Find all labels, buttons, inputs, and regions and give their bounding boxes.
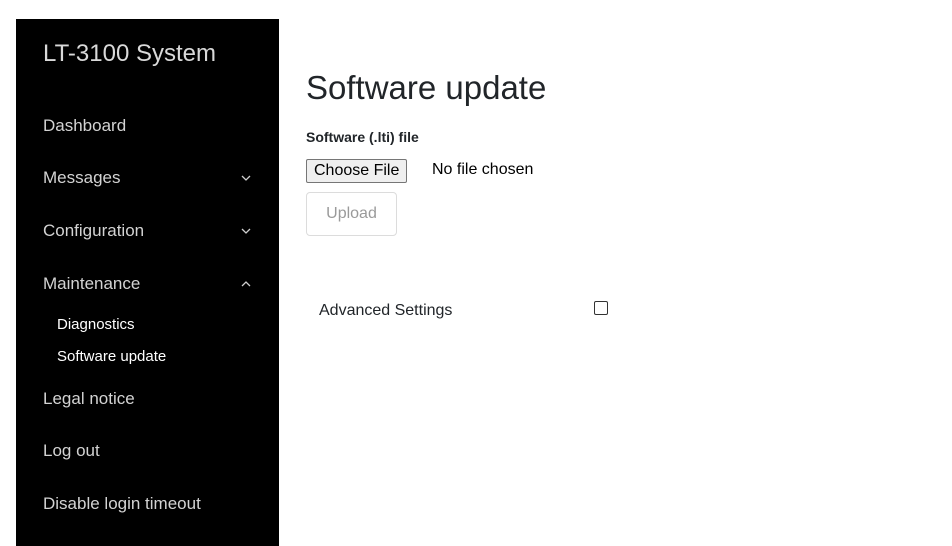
sidebar-item-log-out[interactable]: Log out xyxy=(43,438,253,464)
sidebar-item-label: Dashboard xyxy=(43,116,127,135)
upload-button[interactable]: Upload xyxy=(306,192,397,236)
main-content: Software update Software (.lti) file Cho… xyxy=(279,19,952,546)
sidebar-item-label: Log out xyxy=(43,441,100,460)
sidebar-item-label: Configuration xyxy=(43,221,145,240)
sidebar-item-label: Messages xyxy=(43,168,121,187)
chevron-down-icon xyxy=(239,218,253,244)
advanced-settings-label: Advanced Settings xyxy=(319,302,453,319)
sidebar-item-label: Legal notice xyxy=(43,389,135,408)
choose-file-button[interactable]: Choose File xyxy=(306,159,408,183)
sidebar-item-configuration[interactable]: Configuration xyxy=(43,218,253,244)
sidebar-subitem-diagnostics[interactable]: Diagnostics xyxy=(57,315,135,335)
advanced-settings-checkbox[interactable] xyxy=(594,301,608,315)
sidebar-item-label: Disable login timeout xyxy=(43,494,201,513)
sidebar: LT-3100 System Dashboard Messages Config… xyxy=(16,19,279,546)
sidebar-item-dashboard[interactable]: Dashboard xyxy=(43,113,253,139)
software-file-label: Software (.lti) file xyxy=(306,129,419,145)
chevron-up-icon xyxy=(239,271,253,297)
sidebar-item-label: Maintenance xyxy=(43,274,141,293)
sidebar-item-maintenance[interactable]: Maintenance xyxy=(43,271,253,297)
brand-title: LT-3100 System xyxy=(43,40,216,67)
app-frame: LT-3100 System Dashboard Messages Config… xyxy=(0,0,952,546)
sidebar-item-legal-notice[interactable]: Legal notice xyxy=(43,386,253,412)
page-title: Software update xyxy=(306,69,547,106)
sidebar-subitem-software-update[interactable]: Software update xyxy=(57,347,166,367)
chevron-down-icon xyxy=(239,165,253,191)
sidebar-item-disable-login-timeout[interactable]: Disable login timeout xyxy=(43,491,253,517)
file-status-text: No file chosen xyxy=(432,161,534,178)
sidebar-item-messages[interactable]: Messages xyxy=(43,165,253,191)
